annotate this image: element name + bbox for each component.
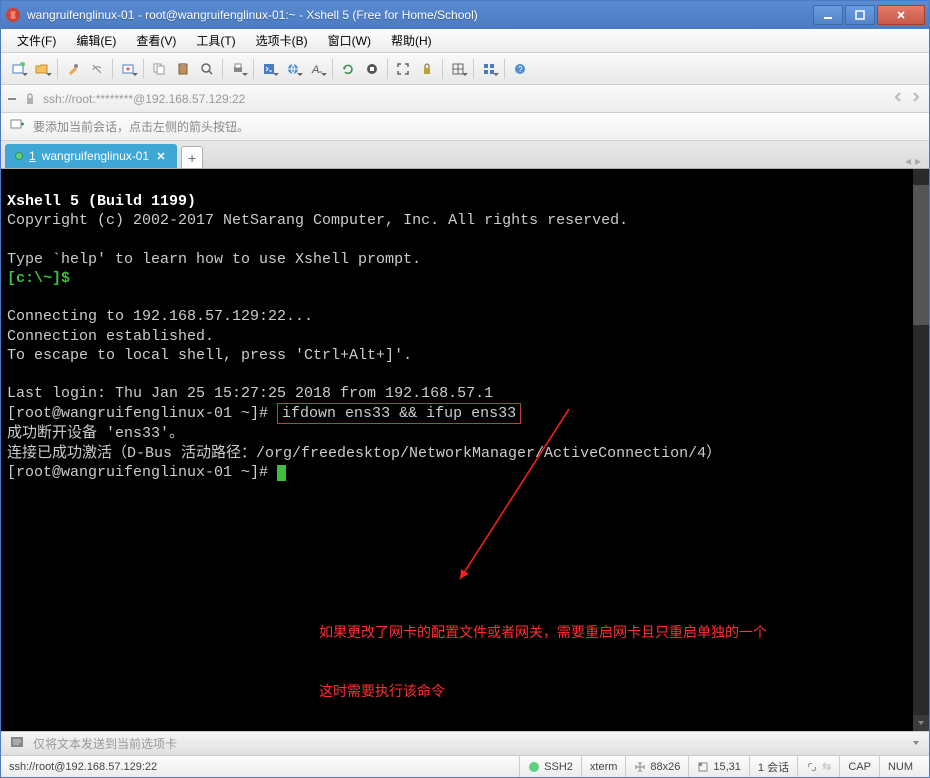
menu-tabs[interactable]: 选项卡(B) (248, 30, 316, 51)
tabbar: 1 wangruifenglinux-01 + ◂ ▸ (1, 141, 929, 169)
svg-text:A: A (311, 64, 319, 76)
add-tab-button[interactable]: + (181, 146, 203, 168)
app-icon (5, 7, 21, 23)
local-prompt: [c:\~]$ (7, 270, 70, 287)
nav-forward-icon[interactable] (909, 90, 923, 107)
open-button[interactable] (31, 58, 53, 80)
address-text[interactable]: ssh://root:********@192.168.57.129:22 (43, 92, 885, 106)
status-connection: ssh://root@192.168.57.129:22 (9, 761, 519, 773)
tile-button[interactable] (478, 58, 500, 80)
maximize-button[interactable] (845, 5, 875, 25)
print-button[interactable] (227, 58, 249, 80)
terminal[interactable]: Xshell 5 (Build 1199) Copyright (c) 2002… (1, 169, 929, 731)
copy-button[interactable] (148, 58, 170, 80)
addressbar: ssh://root:********@192.168.57.129:22 (1, 85, 929, 113)
scroll-down-icon[interactable] (913, 715, 929, 731)
titlebar-text: wangruifenglinux-01 - root@wangruifengli… (27, 8, 811, 22)
term-line: Connecting to 192.168.57.129:22... (7, 308, 313, 325)
svg-text:?: ? (518, 65, 523, 74)
fullscreen-button[interactable] (392, 58, 414, 80)
tab-next-icon[interactable]: ▸ (915, 154, 921, 168)
infobar-text: 要添加当前会话，点击左侧的箭头按钮。 (33, 118, 249, 135)
titlebar[interactable]: wangruifenglinux-01 - root@wangruifengli… (1, 1, 929, 29)
app-window: wangruifenglinux-01 - root@wangruifengli… (0, 0, 930, 778)
menu-file[interactable]: 文件(F) (9, 30, 64, 51)
term-line: 连接已成功激活（D-Bus 活动路径：/org/freedesktop/Netw… (7, 445, 721, 462)
highlighted-command: ifdown ens33 && ifup ens33 (277, 403, 521, 424)
compose-dropdown-icon[interactable] (911, 737, 921, 751)
menu-window[interactable]: 窗口(W) (320, 30, 379, 51)
menubar: 文件(F) 编辑(E) 查看(V) 工具(T) 选项卡(B) 窗口(W) 帮助(… (1, 29, 929, 53)
menu-help[interactable]: 帮助(H) (383, 30, 440, 51)
nav-back-icon[interactable] (891, 90, 905, 107)
tab-prev-icon[interactable]: ◂ (905, 154, 911, 168)
tab-index: 1 (29, 149, 36, 163)
term-line: Xshell 5 (Build 1199) (7, 193, 196, 210)
infobar: 要添加当前会话，点击左侧的箭头按钮。 (1, 113, 929, 141)
menu-view[interactable]: 查看(V) (128, 30, 184, 51)
layout-button[interactable] (447, 58, 469, 80)
toolbar: A ? (1, 53, 929, 85)
menu-edit[interactable]: 编辑(E) (68, 30, 124, 51)
transfer-button[interactable] (117, 58, 139, 80)
status-dot-icon (15, 152, 23, 160)
globe-button[interactable] (282, 58, 304, 80)
tab-close-icon[interactable] (155, 150, 167, 162)
statusbar: ssh://root@192.168.57.129:22 SSH2 xterm … (1, 755, 929, 777)
properties-button[interactable] (62, 58, 84, 80)
compose-input[interactable]: 仅将文本发送到当前选项卡 (33, 735, 903, 752)
script-button[interactable] (258, 58, 280, 80)
menu-tools[interactable]: 工具(T) (188, 30, 243, 51)
font-button[interactable]: A (306, 58, 328, 80)
size-icon (634, 761, 646, 773)
status-num: NUM (879, 756, 921, 777)
compose-bar: 仅将文本发送到当前选项卡 (1, 731, 929, 755)
status-ssh: SSH2 (544, 761, 573, 773)
term-line: Type `help' to learn how to use Xshell p… (7, 251, 421, 268)
terminal-scrollbar[interactable] (913, 169, 929, 731)
term-line: Copyright (c) 2002-2017 NetSarang Comput… (7, 212, 628, 229)
minimize-button[interactable] (813, 5, 843, 25)
annotation-text: 如果更改了网卡的配置文件或者网关，需要重启网卡且只重启单独的一个 这时需要执行该… (319, 584, 767, 731)
tab-label: wangruifenglinux-01 (42, 149, 149, 163)
stop-button[interactable] (361, 58, 383, 80)
lock-icon (23, 92, 37, 106)
session-tab[interactable]: 1 wangruifenglinux-01 (5, 144, 177, 168)
find-button[interactable] (196, 58, 218, 80)
ssh-status-icon (528, 761, 540, 773)
term-line: Last login: Thu Jan 25 15:27:25 2018 fro… (7, 385, 493, 402)
toggle-panel-icon[interactable] (7, 94, 17, 104)
pos-icon (697, 761, 709, 773)
remote-prompt: [root@wangruifenglinux-01 ~]# (7, 464, 277, 481)
status-size: 88x26 (650, 761, 680, 773)
link-icon (806, 761, 818, 773)
close-button[interactable] (877, 5, 925, 25)
status-sessions: 1 会话 (749, 756, 797, 777)
term-line: 成功断开设备 'ens33'。 (7, 425, 184, 442)
refresh-button[interactable] (337, 58, 359, 80)
paste-button[interactable] (172, 58, 194, 80)
compose-icon[interactable] (9, 734, 25, 753)
status-cap: CAP (839, 756, 879, 777)
remote-prompt: [root@wangruifenglinux-01 ~]# (7, 405, 277, 422)
add-session-icon[interactable] (9, 117, 25, 136)
help-button[interactable]: ? (509, 58, 531, 80)
scroll-thumb[interactable] (913, 185, 929, 325)
lock-button[interactable] (416, 58, 438, 80)
term-line: To escape to local shell, press 'Ctrl+Al… (7, 347, 412, 364)
cursor (277, 465, 286, 481)
reconnect-button[interactable] (86, 58, 108, 80)
status-term: xterm (581, 756, 626, 777)
term-line: Connection established. (7, 328, 214, 345)
new-session-button[interactable] (7, 58, 29, 80)
status-pos: 15,31 (713, 761, 741, 773)
